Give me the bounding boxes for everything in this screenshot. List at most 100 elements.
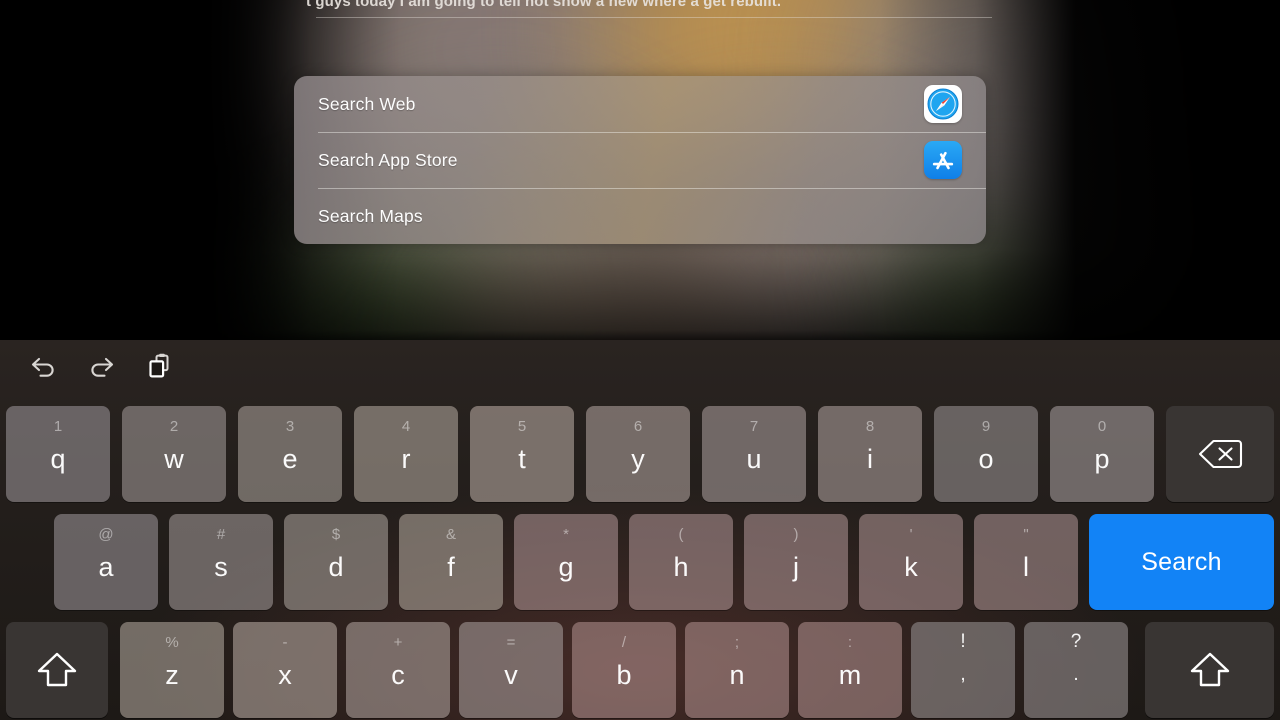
key-l[interactable]: " l bbox=[974, 514, 1078, 610]
search-key[interactable]: Search bbox=[1089, 514, 1274, 610]
keyboard-row-2: @ a # s $ d & f * g(h) j ' k " l Search bbox=[0, 514, 1280, 610]
onscreen-keyboard: 1q2w3e4r5t6y7u8i9o0p @ a # s $ d & f * g(h) j ' k " l S… bbox=[0, 340, 1280, 720]
key-main-label: v bbox=[504, 660, 518, 690]
backspace-key[interactable] bbox=[1166, 406, 1274, 502]
key-main-label: d bbox=[328, 552, 344, 582]
key-main-label: y bbox=[631, 444, 645, 474]
key-alt-label: 2 bbox=[169, 418, 179, 435]
key-alt-label: ? bbox=[1070, 631, 1082, 652]
search-suggestions-panel: Search Web Search App Store Search Maps bbox=[294, 76, 986, 244]
screen: t guys today I am going to tell not show… bbox=[0, 0, 1280, 720]
key-alt-label: ) bbox=[793, 526, 799, 543]
key-k[interactable]: ' k bbox=[859, 514, 963, 610]
key-c[interactable]: + c bbox=[346, 622, 450, 718]
key-main-label: f bbox=[447, 552, 455, 582]
key-alt-label: $ bbox=[331, 526, 341, 543]
key-alt-label: ; bbox=[734, 634, 740, 651]
suggestion-row-search-maps[interactable]: Search Maps bbox=[294, 188, 986, 244]
key-main-label: c bbox=[391, 660, 405, 690]
shift-key-left[interactable] bbox=[6, 622, 108, 718]
caption-underline bbox=[316, 17, 992, 18]
suggestion-label: Search App Store bbox=[318, 149, 458, 170]
key-j[interactable]: ) j bbox=[744, 514, 848, 610]
key-main-label: m bbox=[838, 660, 862, 690]
key-alt-label: ( bbox=[678, 526, 684, 543]
key-main-label: q bbox=[50, 444, 66, 474]
keyboard-row-1: 1q2w3e4r5t6y7u8i9o0p bbox=[0, 406, 1280, 502]
key-alt-label: " bbox=[1023, 526, 1029, 543]
key-alt-label: 6 bbox=[633, 418, 643, 435]
key-g[interactable]: * g bbox=[514, 514, 618, 610]
keyboard-toolbar bbox=[0, 340, 1280, 392]
key-a[interactable]: @ a bbox=[54, 514, 158, 610]
suggestion-row-search-app-store[interactable]: Search App Store bbox=[294, 132, 986, 188]
key-d[interactable]: $ d bbox=[284, 514, 388, 610]
key-alt-label: 5 bbox=[517, 418, 527, 435]
key-z[interactable]: % z bbox=[120, 622, 224, 718]
suggestion-row-search-web[interactable]: Search Web bbox=[294, 76, 986, 132]
key-o[interactable]: 9o bbox=[934, 406, 1038, 502]
key-u[interactable]: 7u bbox=[702, 406, 806, 502]
key-alt-label: * bbox=[563, 526, 569, 543]
key-main-label: i bbox=[867, 444, 873, 474]
key-m[interactable]: :m bbox=[798, 622, 902, 718]
app-store-icon bbox=[924, 141, 962, 179]
suggestion-label: Search Web bbox=[318, 93, 416, 114]
key-alt-label: 4 bbox=[401, 418, 411, 435]
key-main-label: b bbox=[616, 660, 632, 690]
key-v[interactable]: = v bbox=[459, 622, 563, 718]
key-alt-label: 0 bbox=[1097, 418, 1107, 435]
key-main-label: t bbox=[518, 444, 526, 474]
key-n[interactable]: ; n bbox=[685, 622, 789, 718]
key-main-label: z bbox=[165, 660, 179, 690]
key-main-label: j bbox=[793, 552, 799, 582]
key-alt-label: % bbox=[165, 634, 179, 651]
key-main-label: w bbox=[164, 444, 184, 474]
key-alt-label: / bbox=[621, 634, 627, 651]
key-alt-label: 3 bbox=[285, 418, 295, 435]
redo-icon[interactable] bbox=[81, 348, 121, 384]
key-w[interactable]: 2w bbox=[122, 406, 226, 502]
key-main-label: o bbox=[978, 444, 994, 474]
key-alt-label: ' bbox=[909, 526, 913, 543]
key-main-label: a bbox=[98, 552, 114, 582]
suggestion-label: Search Maps bbox=[318, 205, 423, 226]
key-main-label: r bbox=[401, 444, 411, 474]
key-main-label: x bbox=[278, 660, 292, 690]
safari-icon bbox=[924, 85, 962, 123]
key-main-label: g bbox=[558, 552, 574, 582]
key-f[interactable]: & f bbox=[399, 514, 503, 610]
key-q[interactable]: 1q bbox=[6, 406, 110, 502]
key-main-label: s bbox=[214, 552, 228, 582]
key-alt-label: - bbox=[282, 634, 288, 651]
key-main-label: . bbox=[1073, 664, 1079, 685]
key-e[interactable]: 3e bbox=[238, 406, 342, 502]
key-s[interactable]: # s bbox=[169, 514, 273, 610]
key-b[interactable]: / b bbox=[572, 622, 676, 718]
key-x[interactable]: -x bbox=[233, 622, 337, 718]
key-main-label: h bbox=[673, 552, 689, 582]
key-p[interactable]: 0p bbox=[1050, 406, 1154, 502]
key-main-label: n bbox=[729, 660, 745, 690]
key-main-label: k bbox=[904, 552, 918, 582]
key-alt-label: + bbox=[393, 634, 403, 651]
key-r[interactable]: 4r bbox=[354, 406, 458, 502]
key-h[interactable]: (h bbox=[629, 514, 733, 610]
key-alt-label: 8 bbox=[865, 418, 875, 435]
search-key-label: Search bbox=[1141, 547, 1222, 576]
key-alt-label: ! bbox=[960, 631, 966, 652]
key-alt-label: = bbox=[506, 634, 516, 651]
key-comma[interactable]: !, bbox=[911, 622, 1015, 718]
key-alt-label: 7 bbox=[749, 418, 759, 435]
shift-key-right[interactable] bbox=[1145, 622, 1274, 718]
paste-icon[interactable] bbox=[139, 348, 179, 384]
key-main-label: l bbox=[1023, 552, 1029, 582]
undo-icon[interactable] bbox=[24, 348, 64, 384]
key-y[interactable]: 6y bbox=[586, 406, 690, 502]
key-t[interactable]: 5t bbox=[470, 406, 574, 502]
maps-icon bbox=[924, 197, 962, 235]
key-alt-label: 9 bbox=[981, 418, 991, 435]
key-period[interactable]: ?. bbox=[1024, 622, 1128, 718]
key-i[interactable]: 8i bbox=[818, 406, 922, 502]
key-main-label: e bbox=[282, 444, 298, 474]
